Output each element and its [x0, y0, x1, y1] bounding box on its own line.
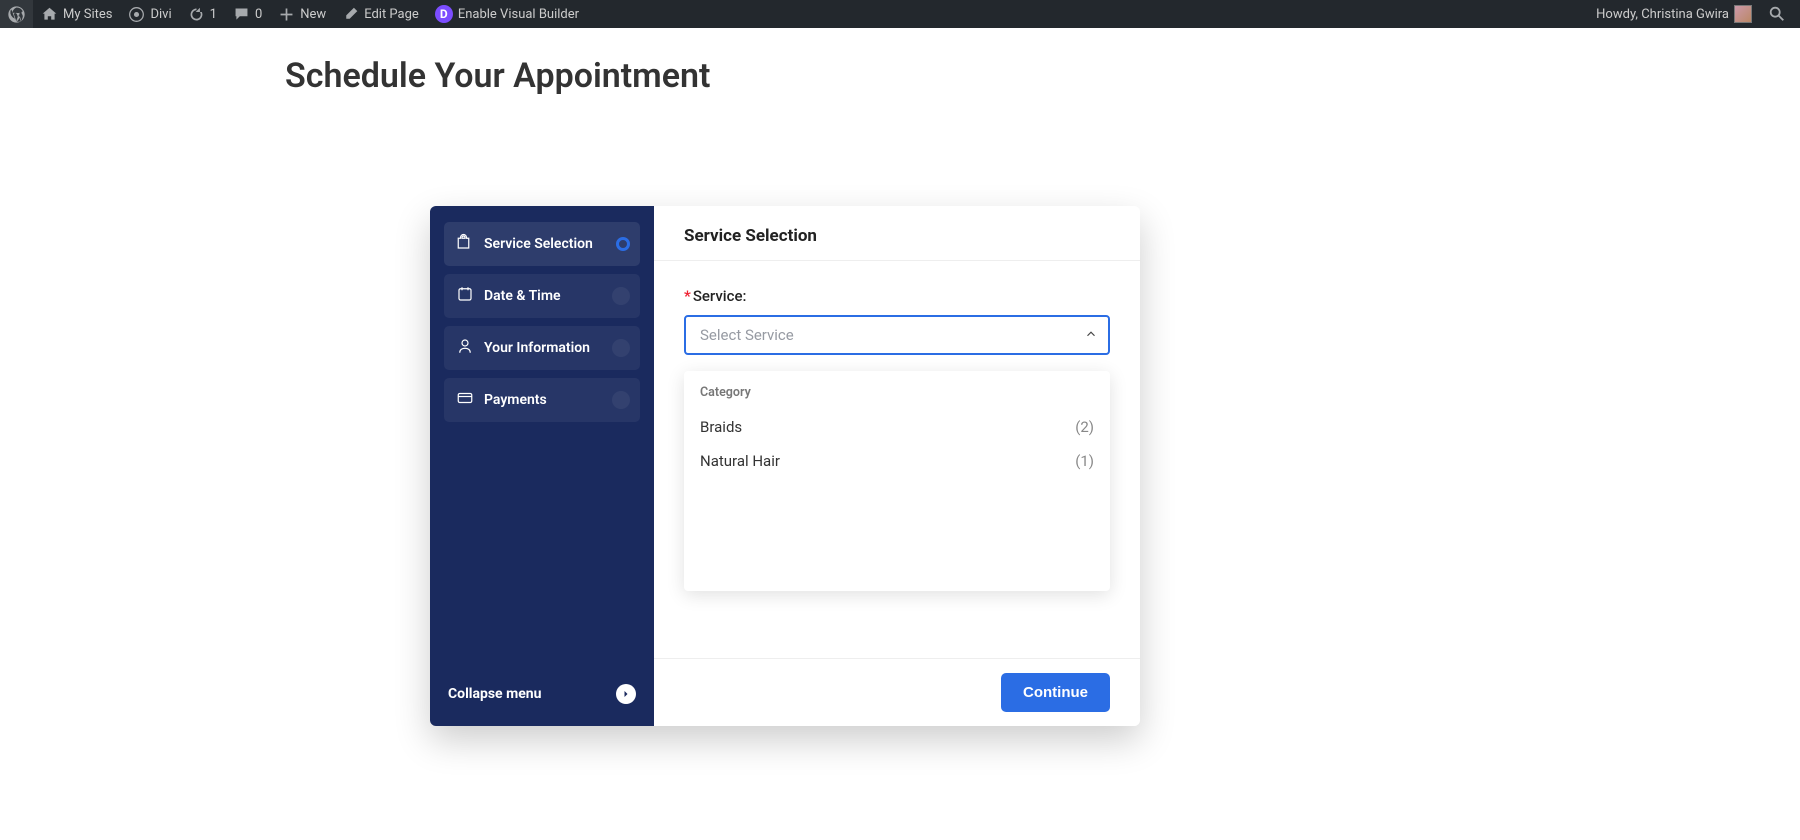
visual-builder-menu[interactable]: D Enable Visual Builder: [427, 0, 587, 28]
comment-icon: [233, 6, 250, 23]
arrow-right-icon: [616, 684, 636, 704]
admin-icon: [128, 6, 145, 23]
pencil-icon: [342, 6, 359, 23]
service-field-label: *Service:: [684, 287, 1110, 305]
step-indicator: [612, 287, 630, 305]
step-label: Payments: [484, 392, 547, 408]
page-title: Schedule Your Appointment: [285, 56, 1800, 96]
step-indicator: [612, 339, 630, 357]
continue-button[interactable]: Continue: [1001, 673, 1110, 712]
panel-body: *Service: Select Service Category Braids…: [654, 261, 1140, 658]
user-icon: [456, 337, 474, 359]
collapse-menu[interactable]: Collapse menu: [444, 666, 640, 726]
option-name: Natural Hair: [700, 452, 780, 470]
required-marker: *: [684, 287, 691, 305]
divi-badge-icon: D: [435, 5, 453, 23]
option-count: (2): [1075, 418, 1094, 436]
new-label: New: [300, 7, 326, 22]
chevron-up-icon: [1084, 326, 1098, 345]
updates-menu[interactable]: 1: [180, 0, 225, 28]
dropdown-option-braids[interactable]: Braids (2): [700, 410, 1094, 444]
wordpress-icon: [8, 6, 25, 23]
plus-icon: [278, 6, 295, 23]
wp-logo-menu[interactable]: [0, 0, 33, 28]
panel-footer: Continue: [654, 658, 1140, 726]
dropdown-option-natural-hair[interactable]: Natural Hair (1): [700, 444, 1094, 478]
calendar-icon: [456, 285, 474, 307]
avatar: [1734, 5, 1752, 23]
option-count: (1): [1075, 452, 1094, 470]
mysites-label: My Sites: [63, 7, 112, 22]
panel-heading: Service Selection: [654, 206, 1140, 261]
search-icon: [1768, 5, 1786, 23]
booking-sidebar: Service Selection Date & Time Your Infor…: [430, 206, 654, 726]
search-button[interactable]: [1760, 0, 1794, 28]
bag-icon: [456, 233, 474, 255]
comments-menu[interactable]: 0: [225, 0, 270, 28]
new-menu[interactable]: New: [270, 0, 334, 28]
option-name: Braids: [700, 418, 742, 436]
step-payments[interactable]: Payments: [444, 378, 640, 422]
step-date-time[interactable]: Date & Time: [444, 274, 640, 318]
booking-main-panel: Service Selection *Service: Select Servi…: [654, 206, 1140, 726]
step-label: Your Information: [484, 340, 590, 356]
sitename-label: Divi: [150, 7, 171, 22]
sitename-menu[interactable]: Divi: [120, 0, 179, 28]
step-your-information[interactable]: Your Information: [444, 326, 640, 370]
step-service-selection[interactable]: Service Selection: [444, 222, 640, 266]
comments-count: 0: [255, 7, 262, 22]
service-placeholder: Select Service: [700, 326, 794, 344]
edit-menu[interactable]: Edit Page: [334, 0, 427, 28]
page-content: Schedule Your Appointment Service Select…: [0, 0, 1800, 726]
home-icon: [41, 6, 58, 23]
booking-widget: Service Selection Date & Time Your Infor…: [430, 206, 1140, 726]
card-icon: [456, 389, 474, 411]
step-label: Date & Time: [484, 288, 561, 304]
refresh-icon: [188, 6, 205, 23]
step-indicator: [612, 391, 630, 409]
dropdown-category-header: Category: [700, 385, 1094, 400]
howdy-label: Howdy, Christina Gwira: [1596, 7, 1729, 22]
mysites-menu[interactable]: My Sites: [33, 0, 120, 28]
step-label: Service Selection: [484, 236, 593, 252]
user-menu[interactable]: Howdy, Christina Gwira: [1588, 0, 1760, 28]
service-select[interactable]: Select Service: [684, 315, 1110, 355]
service-dropdown: Category Braids (2) Natural Hair (1): [684, 371, 1110, 591]
collapse-label: Collapse menu: [448, 686, 541, 702]
updates-count: 1: [210, 7, 217, 22]
wp-admin-bar: My Sites Divi 1 0 New Edit Page D Enable…: [0, 0, 1800, 28]
vb-label: Enable Visual Builder: [458, 7, 579, 22]
edit-label: Edit Page: [364, 7, 419, 22]
step-indicator: [616, 237, 630, 251]
